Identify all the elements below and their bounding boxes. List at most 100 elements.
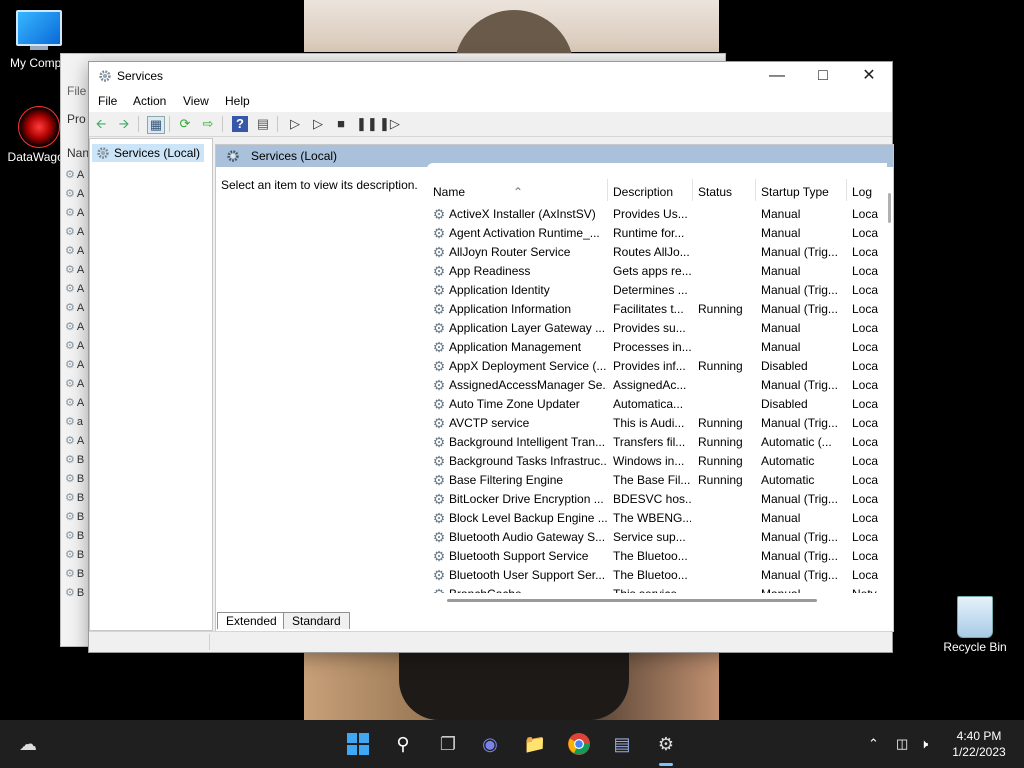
table-row[interactable]: ⚙ Background Tasks Infrastruc... Windows i… — [427, 452, 887, 471]
service-log-on-as: Netv — [852, 585, 882, 593]
services-gear-icon — [97, 147, 109, 159]
table-row[interactable]: ⚙ Agent Activation Runtime_... Runtime for… — [427, 224, 887, 243]
service-status: Running — [698, 302, 743, 316]
table-row[interactable]: ⚙ App Readiness Gets apps re... Manual Loca — [427, 262, 887, 281]
column-status[interactable]: Status — [698, 185, 732, 199]
restart-service-icon[interactable]: ❚▷ — [379, 116, 400, 132]
table-row[interactable]: ⚙ Application Identity Determines ... Manua… — [427, 281, 887, 300]
close-button[interactable]: ✕ — [846, 62, 892, 90]
export-list-icon[interactable]: ⇨ — [200, 116, 216, 132]
start-service-alt-icon[interactable]: ▷ — [310, 116, 326, 132]
service-startup-type: Manual (Trig... — [761, 283, 838, 297]
table-row[interactable]: ⚙ AllJoyn Router Service Routes AllJo... Ma… — [427, 243, 887, 262]
tree-item-label: Services (Local) — [114, 146, 201, 160]
tab-extended[interactable]: Extended — [217, 612, 286, 629]
service-gear-icon: ⚙ — [432, 510, 446, 526]
help-icon[interactable]: ? — [232, 116, 248, 132]
horizontal-scrollbar[interactable] — [431, 597, 887, 605]
table-row[interactable]: ⚙ AVCTP service This is Audi... Running Manu… — [427, 414, 887, 433]
chrome-icon[interactable] — [565, 730, 593, 758]
service-name: Application Management — [449, 340, 582, 354]
teams-chat-icon[interactable]: ◉ — [476, 730, 504, 758]
desktop-icon-label: Recycle Bin — [943, 640, 1007, 654]
table-row[interactable]: ⚙ Auto Time Zone Updater Automatica... Disa… — [427, 395, 887, 414]
chevron-up-icon[interactable]: ⌃ — [868, 736, 879, 752]
performance-monitor-icon[interactable]: ▤ — [608, 730, 636, 758]
table-row[interactable]: ⚙ AssignedAccessManager Se... AssignedAc..… — [427, 376, 887, 395]
pause-service-icon[interactable]: ❚❚ — [356, 116, 378, 132]
search-icon[interactable]: ⚲ — [389, 730, 417, 758]
column-log-on-as[interactable]: Log — [852, 185, 872, 199]
refresh-icon[interactable]: ⟳ — [177, 116, 193, 132]
service-log-on-as: Loca — [852, 340, 879, 354]
service-gear-icon: ⚙ — [432, 548, 446, 564]
column-startup-type[interactable]: Startup Type — [761, 185, 829, 199]
menu-help[interactable]: Help — [225, 94, 250, 108]
tab-standard[interactable]: Standard — [283, 612, 350, 629]
service-status: Running — [698, 416, 743, 430]
table-row[interactable]: ⚙ Bluetooth Audio Gateway S... Service sup… — [427, 528, 887, 547]
menu-view[interactable]: View — [183, 94, 209, 108]
menu-file[interactable]: File — [98, 94, 117, 108]
service-gear-icon: ⚙ — [432, 396, 446, 412]
desktop-icon-recycle-bin[interactable]: Recycle Bin — [936, 596, 1014, 654]
service-log-on-as: Loca — [852, 454, 879, 468]
service-description: Facilitates t... — [613, 302, 684, 316]
clock[interactable]: 4:40 PM 1/22/2023 — [944, 728, 1014, 760]
table-row[interactable]: ⚙ ActiveX Installer (AxInstSV) Provides Us… — [427, 205, 887, 224]
services-taskbar-gear-icon[interactable]: ⚙ — [652, 730, 680, 766]
weather-icon[interactable]: ☁ — [14, 730, 42, 758]
minimize-button[interactable]: — — [754, 62, 800, 90]
title-bar[interactable]: Services — □ ✕ — [89, 62, 892, 90]
forward-arrow-icon[interactable]: 🡪 — [116, 116, 132, 132]
column-name[interactable]: Name — [433, 185, 465, 199]
service-description: Determines ... — [613, 283, 688, 297]
services-pane: Services (Local) Select an item to view … — [215, 144, 894, 632]
service-name: Bluetooth Audio Gateway S... — [449, 530, 606, 544]
service-name: AllJoyn Router Service — [449, 245, 571, 259]
recycle-bin-icon — [957, 596, 993, 638]
show-hide-tree-icon[interactable]: ▦ — [147, 116, 165, 134]
column-description[interactable]: Description — [613, 185, 673, 199]
stop-service-icon[interactable]: ■ — [333, 116, 349, 132]
start-service-icon[interactable]: ▷ — [287, 116, 303, 132]
service-startup-type: Manual (Trig... — [761, 549, 838, 563]
network-icon[interactable]: ◫ — [896, 736, 908, 752]
table-row[interactable]: ⚙ Application Management Processes in... Ma… — [427, 338, 887, 357]
vertical-scrollbar[interactable] — [887, 163, 893, 593]
services-window[interactable]: Services — □ ✕ File Action View Help 🡨 🡪… — [88, 61, 894, 653]
service-startup-type: Automatic — [761, 473, 815, 487]
service-startup-type: Automatic — [761, 454, 815, 468]
properties-icon[interactable]: ▤ — [255, 116, 271, 132]
menu-action[interactable]: Action — [133, 94, 166, 108]
volume-icon[interactable]: 🕨 — [920, 736, 928, 752]
file-explorer-icon[interactable]: 📁 — [521, 730, 549, 758]
service-gear-icon: ⚙ — [432, 529, 446, 545]
table-row[interactable]: ⚙ Application Information Facilitates t...… — [427, 300, 887, 319]
back-window-menu[interactable]: File — [67, 84, 86, 98]
service-description: The Base Fil... — [613, 473, 691, 487]
table-row[interactable]: ⚙ Block Level Backup Engine ... The WBENG.… — [427, 509, 887, 528]
back-arrow-icon[interactable]: 🡨 — [93, 116, 109, 132]
table-row[interactable]: ⚙ Base Filtering Engine The Base Fil... Run… — [427, 471, 887, 490]
datawagon-logo-icon — [18, 106, 60, 148]
table-row[interactable]: ⚙ Application Layer Gateway ... Provides s… — [427, 319, 887, 338]
table-row[interactable]: ⚙ BitLocker Drive Encryption ... BDESVC ho… — [427, 490, 887, 509]
service-name: Background Intelligent Tran... — [449, 435, 606, 449]
table-row[interactable]: ⚙ AppX Deployment Service (... Provides in… — [427, 357, 887, 376]
tree-item-services-local[interactable]: Services (Local) — [92, 144, 205, 162]
service-name: Base Filtering Engine — [449, 473, 564, 487]
table-row[interactable]: ⚙ Bluetooth Support Service The Bluetoo...… — [427, 547, 887, 566]
service-startup-type: Disabled — [761, 359, 808, 373]
table-row[interactable]: ⚙ Background Intelligent Tran... Transfers… — [427, 433, 887, 452]
service-gear-icon: ⚙ — [432, 244, 446, 260]
sort-ascending-icon: ⌃ — [513, 185, 524, 199]
table-row[interactable]: ⚙BranchCache This service ... Manual Netv — [427, 585, 887, 593]
table-row[interactable]: ⚙ Bluetooth User Support Ser... The Blueto… — [427, 566, 887, 585]
maximize-button[interactable]: □ — [800, 62, 846, 90]
clock-time: 4:40 PM — [956, 729, 1002, 743]
service-description: Provides Us... — [613, 207, 688, 221]
task-view-icon[interactable]: ❐ — [434, 730, 462, 758]
service-gear-icon: ⚙ — [431, 586, 447, 593]
start-button[interactable] — [344, 730, 372, 758]
